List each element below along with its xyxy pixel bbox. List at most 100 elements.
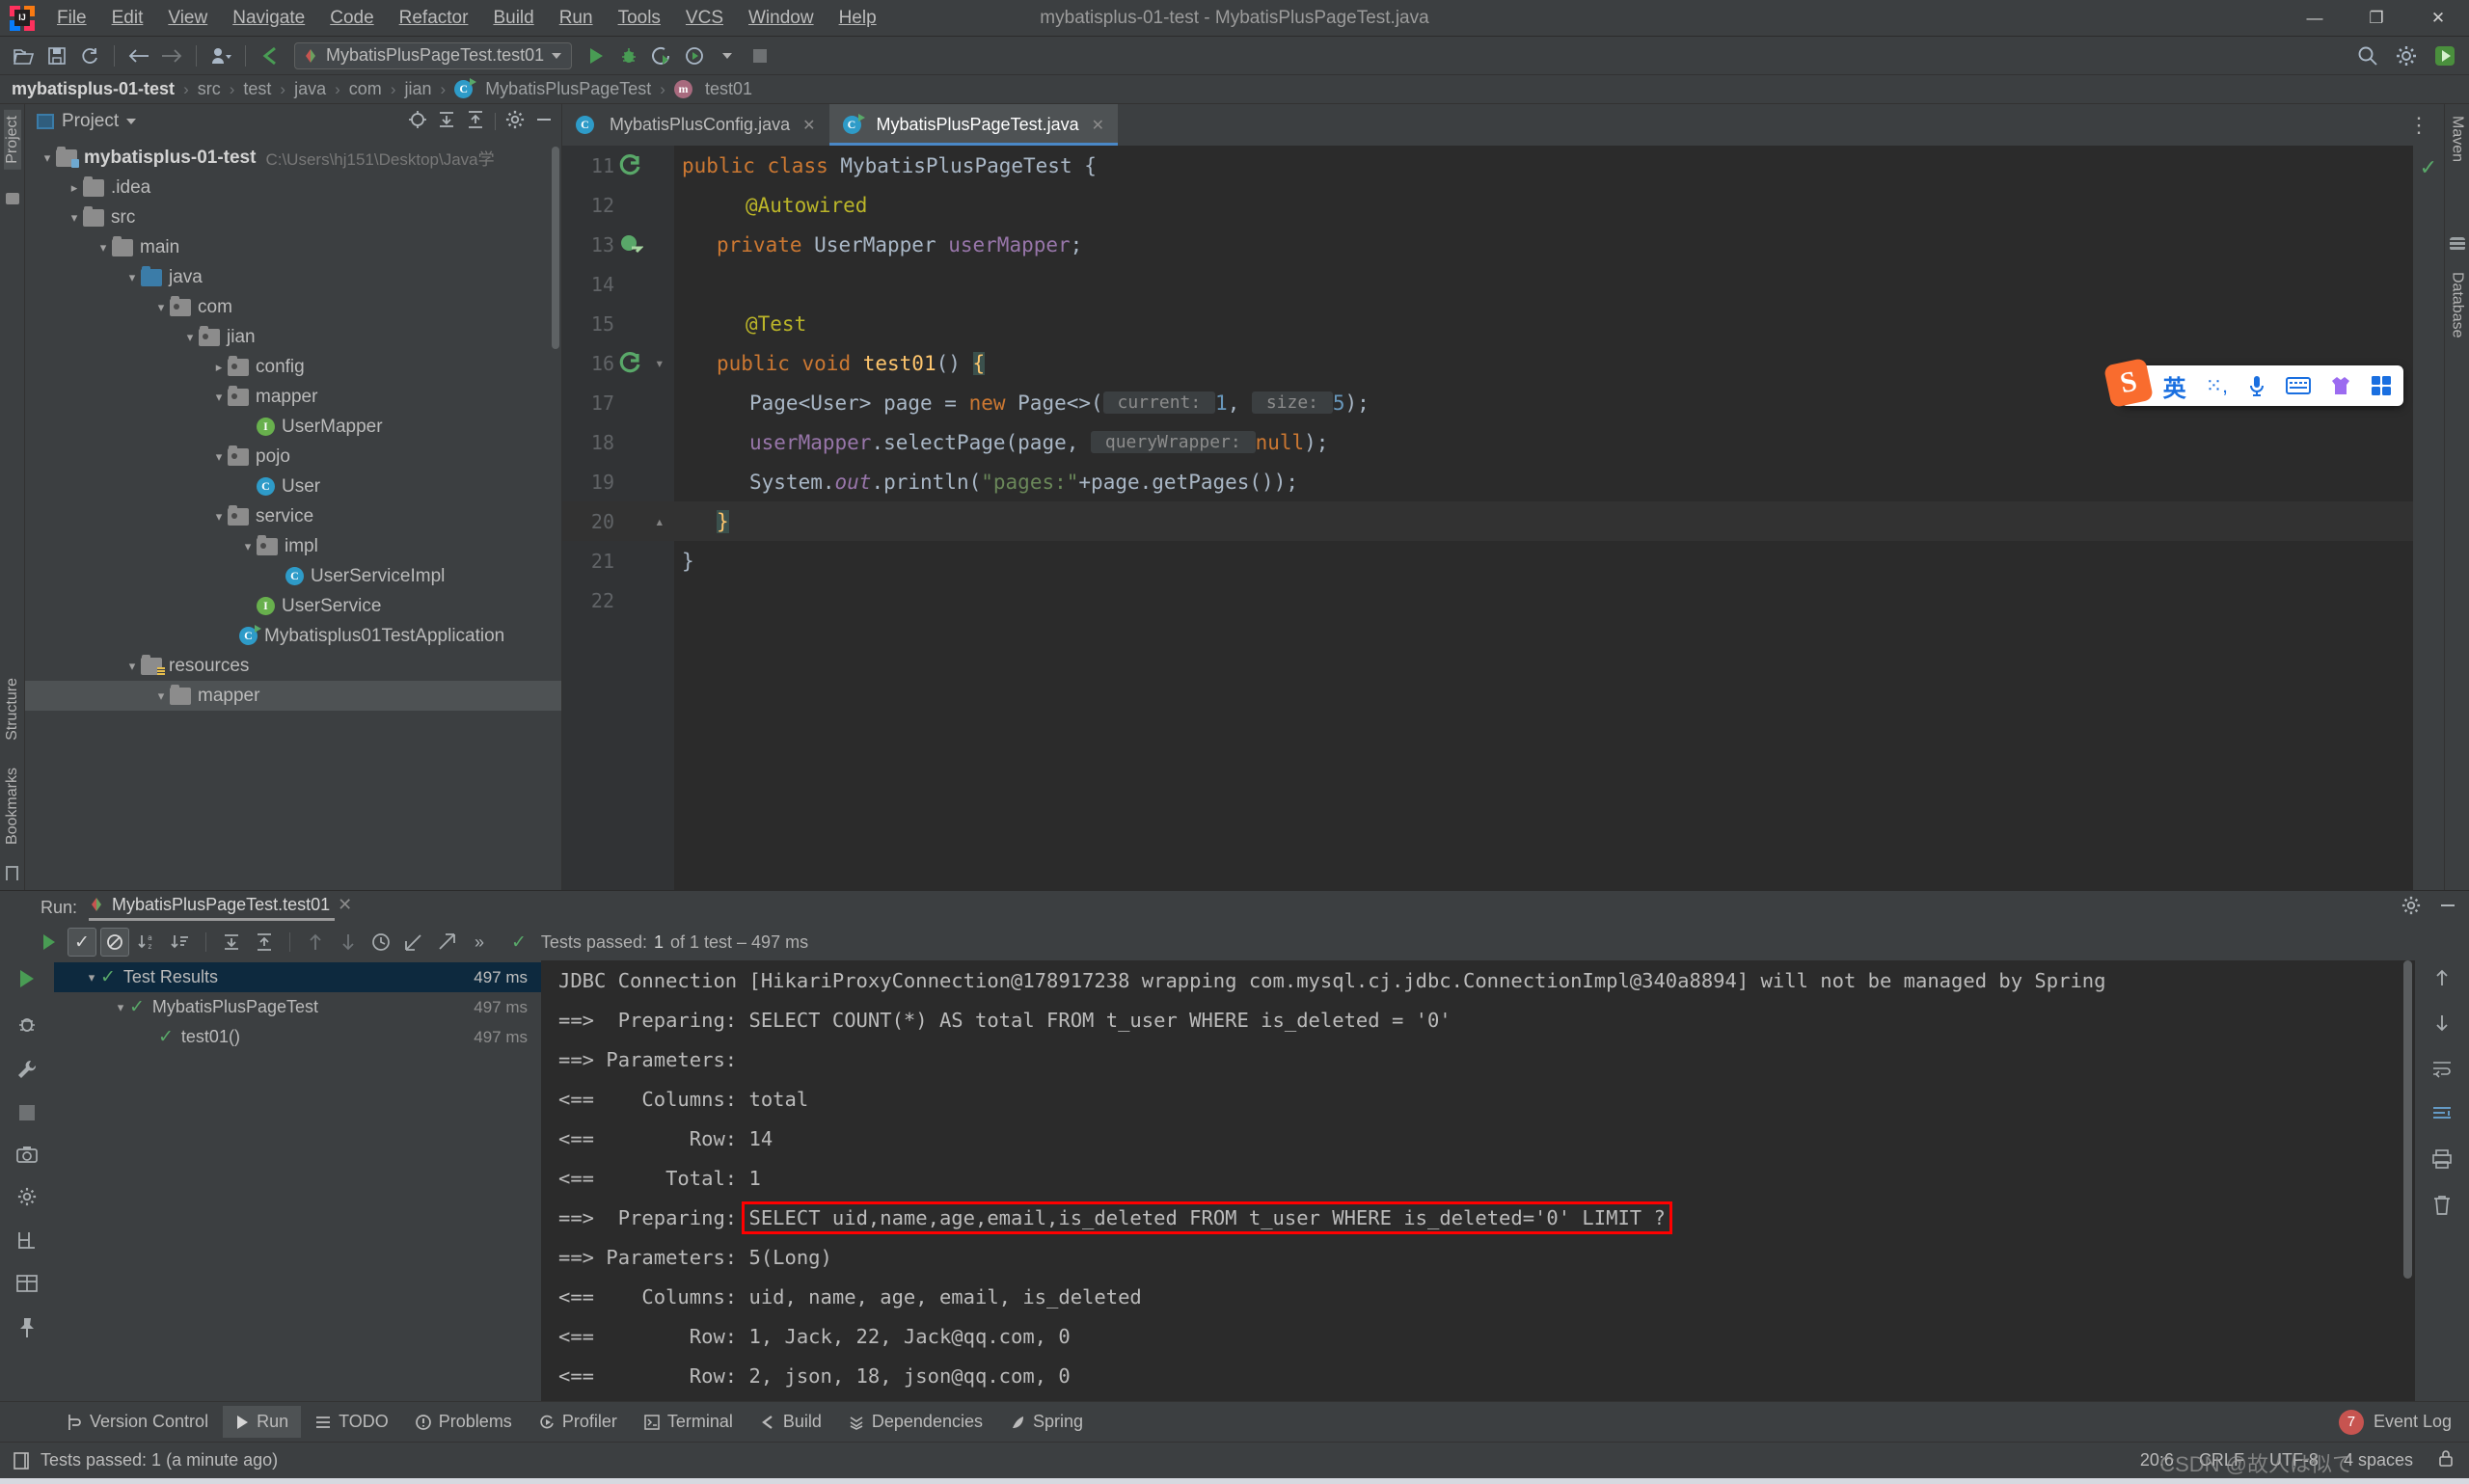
bookmark-icon[interactable]	[6, 866, 18, 880]
tree-item-jian[interactable]: ▾ jian	[25, 322, 561, 352]
menu-vcs[interactable]: VCS	[673, 4, 736, 33]
mic-icon[interactable]	[2247, 374, 2266, 397]
chevron-down-icon[interactable]	[126, 119, 137, 124]
tool-window-build[interactable]: Build	[747, 1406, 834, 1438]
breadcrumb-item-java[interactable]: java	[292, 79, 328, 99]
sogou-logo-icon[interactable]: S	[2103, 357, 2154, 409]
sogou-ime-toolbar[interactable]: S 英 ⁙,	[2103, 357, 2403, 409]
close-button[interactable]: ✕	[2407, 0, 2469, 37]
tree-item-main[interactable]: ▾ main	[25, 232, 561, 262]
thread-icon[interactable]	[16, 1230, 38, 1255]
console-output[interactable]: JDBC Connection [HikariProxyConnection@1…	[541, 960, 2415, 1401]
pin-icon[interactable]	[17, 1317, 37, 1343]
menu-file[interactable]: File	[44, 4, 99, 33]
chevron-expanded-icon[interactable]: ▾	[152, 688, 170, 704]
chevron-expanded-icon[interactable]: ▾	[39, 150, 56, 166]
chevron-down-icon[interactable]	[552, 52, 562, 59]
run-gutter-icon[interactable]	[618, 351, 643, 376]
run-icon[interactable]	[582, 41, 610, 70]
sort-duration-icon[interactable]	[166, 928, 195, 957]
code-line[interactable]: @Autowired	[674, 185, 2413, 225]
back-arrow-icon[interactable]	[124, 41, 153, 70]
scroll-up-icon[interactable]	[2433, 968, 2451, 992]
ignore-tests-icon[interactable]	[100, 928, 129, 957]
tree-item-application[interactable]: C Mybatisplus01TestApplication	[25, 621, 561, 651]
tool-window-spring[interactable]: Spring	[997, 1406, 1096, 1438]
tree-item-user[interactable]: C User	[25, 472, 561, 501]
breadcrumb-item-jian[interactable]: jian	[402, 79, 433, 99]
scroll-down-icon[interactable]	[2433, 1013, 2451, 1038]
tool-window-run[interactable]: Run	[223, 1406, 302, 1438]
ime-punctuation-toggle[interactable]: ⁙,	[2206, 374, 2228, 398]
close-icon[interactable]: ✕	[802, 116, 815, 135]
code-line[interactable]: private UserMapper userMapper;	[674, 225, 2413, 264]
expand-all-icon[interactable]	[437, 110, 456, 134]
tool-window-dependencies[interactable]: Dependencies	[836, 1406, 995, 1438]
menu-view[interactable]: View	[155, 4, 220, 33]
chevron-collapsed-icon[interactable]: ▸	[210, 360, 228, 375]
chevron-expanded-icon[interactable]: ▾	[181, 330, 199, 345]
console-scrollbar[interactable]	[2403, 960, 2412, 1279]
line-separator[interactable]: CRLF	[2199, 1450, 2244, 1471]
tree-item-userservice[interactable]: I UserService	[25, 591, 561, 621]
code-line-selected[interactable]: }	[674, 501, 2413, 541]
indent-setting[interactable]: 4 spaces	[2344, 1450, 2413, 1471]
profiler-icon[interactable]	[680, 41, 709, 70]
tree-item-mapper[interactable]: ▾ mapper	[25, 382, 561, 412]
lock-icon[interactable]	[2438, 1449, 2454, 1472]
tool-window-profiler[interactable]: Profiler	[527, 1406, 630, 1438]
sidebar-tab-maven[interactable]: Maven	[2449, 110, 2466, 168]
caret-position[interactable]: 20:6	[2140, 1450, 2174, 1471]
search-icon[interactable]	[2353, 41, 2382, 70]
tree-item-pojo[interactable]: ▾ pojo	[25, 442, 561, 472]
chevron-expanded-icon[interactable]: ▾	[83, 970, 100, 985]
chevron-expanded-icon[interactable]: ▾	[210, 449, 228, 465]
soft-wrap-icon[interactable]	[2431, 1059, 2453, 1083]
run-coverage-icon[interactable]	[647, 41, 676, 70]
tree-item-service[interactable]: ▾ service	[25, 501, 561, 531]
run-configuration-selector[interactable]: MybatisPlusPageTest.test01	[294, 41, 573, 69]
import-tests-icon[interactable]	[399, 928, 428, 957]
minimize-button[interactable]: —	[2284, 0, 2346, 37]
tree-item-resources[interactable]: ▾ resources	[25, 651, 561, 681]
code-line[interactable]: userMapper .selectPage(page, queryWrapper…	[674, 422, 2413, 462]
prev-fail-icon[interactable]	[301, 928, 330, 957]
keyboard-icon[interactable]	[2286, 376, 2311, 395]
code-line-empty[interactable]	[674, 580, 2413, 620]
menu-code[interactable]: Code	[317, 4, 386, 33]
clear-icon[interactable]	[2432, 1195, 2452, 1221]
database-icon[interactable]	[2449, 237, 2465, 252]
breadcrumb-item-com[interactable]: com	[347, 79, 384, 99]
close-icon[interactable]: ✕	[1092, 116, 1104, 135]
chevron-expanded-icon[interactable]: ▾	[66, 210, 83, 226]
chevron-down-icon-2[interactable]	[713, 41, 742, 70]
ide-update-icon[interactable]	[2430, 41, 2459, 70]
sort-alpha-icon[interactable]: az	[133, 928, 162, 957]
breadcrumb-item-method[interactable]: m test01	[672, 79, 754, 99]
hide-icon[interactable]	[534, 110, 554, 134]
maximize-button[interactable]: ❐	[2346, 0, 2407, 37]
menu-bar[interactable]: File Edit View Navigate Code Refactor Bu…	[44, 4, 889, 33]
editor-markers-gutter[interactable]: ✓	[2413, 146, 2444, 890]
code-fold-end-icon[interactable]: ▴	[655, 512, 665, 530]
test-tree-row-results[interactable]: ▾ ✓ Test Results 497 ms	[54, 962, 541, 992]
tool-window-problems[interactable]: Problems	[403, 1406, 525, 1438]
sidebar-tab-database[interactable]: Database	[2449, 266, 2466, 344]
folder-icon[interactable]	[5, 192, 19, 204]
breadcrumb-item-test[interactable]: test	[241, 79, 273, 99]
sidebar-tab-bookmarks[interactable]: Bookmarks	[4, 762, 21, 850]
scroll-end-icon[interactable]	[2431, 1104, 2453, 1128]
print-icon[interactable]	[2431, 1149, 2453, 1174]
sidebar-tab-project[interactable]: Project	[3, 110, 21, 170]
test-tree-row-class[interactable]: ▾ ✓ MybatisPlusPageTest 497 ms	[54, 992, 541, 1022]
editor-tab-config[interactable]: C MybatisPlusConfig.java ✕	[562, 104, 829, 146]
project-tree[interactable]: ▾ mybatisplus-01-test C:\Users\hj151\Des…	[25, 139, 561, 890]
code-line[interactable]: @Test	[674, 304, 2413, 343]
build-icon[interactable]	[256, 41, 285, 70]
code-line[interactable]: }	[674, 541, 2413, 580]
export-tests-icon[interactable]	[432, 928, 461, 957]
tree-item-mapper-resources[interactable]: ▾ mapper	[25, 681, 561, 711]
settings-icon[interactable]	[17, 1187, 37, 1211]
tree-item-userserviceimpl[interactable]: C UserServiceImpl	[25, 561, 561, 591]
toggle-passed-icon[interactable]: ✓	[68, 928, 96, 957]
